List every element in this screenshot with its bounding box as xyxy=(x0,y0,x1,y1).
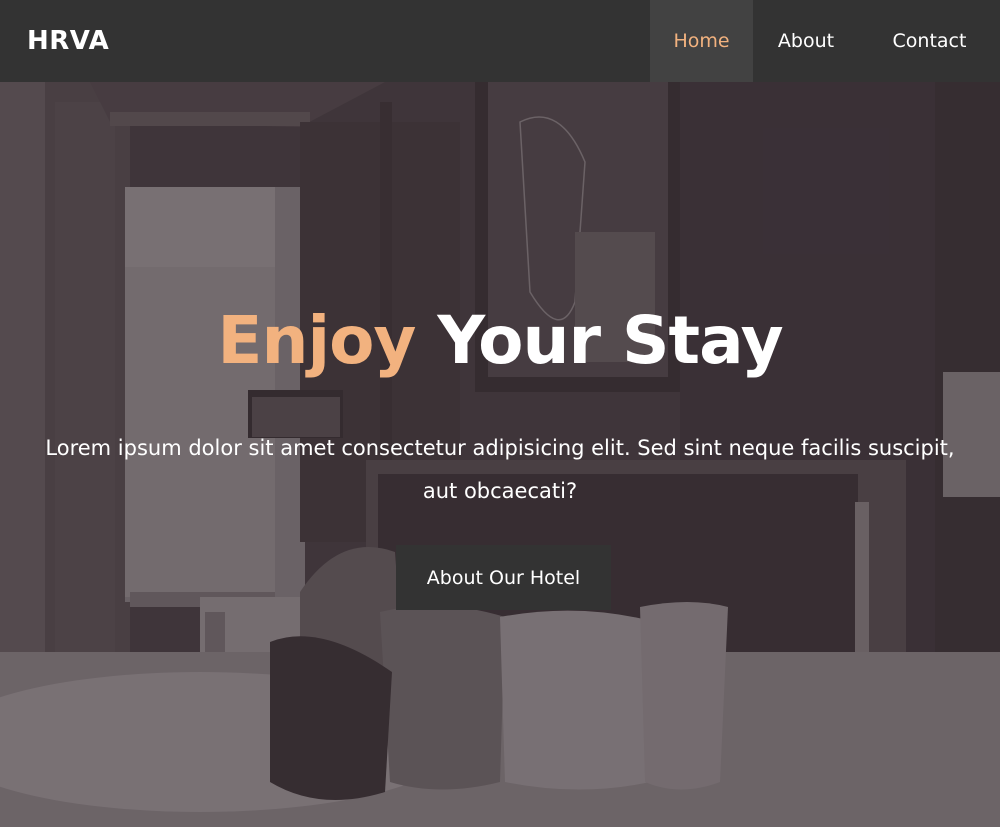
main-menu: Home About Contact xyxy=(650,0,1000,82)
hero-section: Enjoy Your Stay Lorem ipsum dolor sit am… xyxy=(0,82,1000,827)
nav-item-contact[interactable]: Contact xyxy=(859,0,1000,82)
nav-item-home-label: Home xyxy=(673,30,730,52)
hero-headline-rest: Your Stay xyxy=(415,302,783,379)
hero-content: Enjoy Your Stay Lorem ipsum dolor sit am… xyxy=(0,82,1000,827)
top-navbar: HRVA Home About Contact xyxy=(0,0,1000,82)
nav-item-home[interactable]: Home xyxy=(650,0,753,82)
hero-headline: Enjoy Your Stay xyxy=(0,302,1000,379)
nav-item-contact-label: Contact xyxy=(892,30,967,52)
hero-headline-accent: Enjoy xyxy=(217,302,416,379)
brand-logo[interactable]: HRVA xyxy=(27,26,109,56)
nav-item-about-label: About xyxy=(777,30,835,52)
nav-item-about[interactable]: About xyxy=(753,0,859,82)
hero-subtitle: Lorem ipsum dolor sit amet consectetur a… xyxy=(45,436,955,503)
about-our-hotel-button[interactable]: About Our Hotel xyxy=(396,545,611,610)
